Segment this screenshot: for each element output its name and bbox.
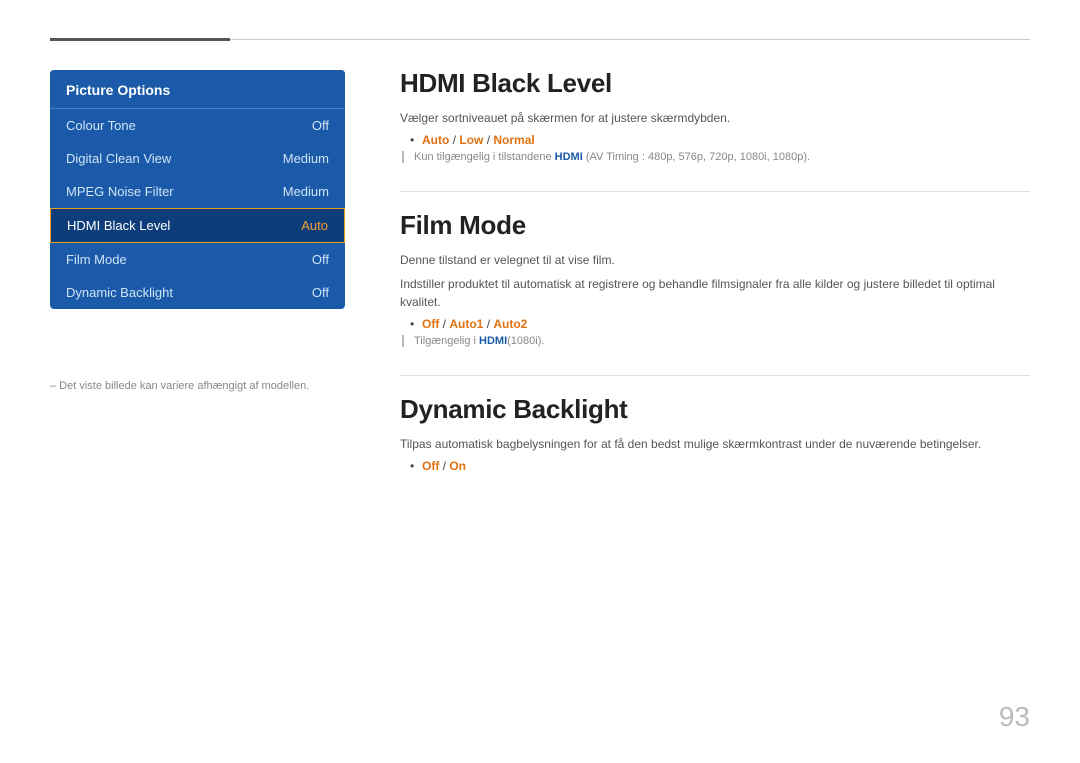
menu-box: Picture Options Colour Tone Off Digital … <box>50 70 345 309</box>
section-title-backlight: Dynamic Backlight <box>400 394 1030 425</box>
sidebar-item-label: Film Mode <box>66 252 127 267</box>
footer-note: – Det viste billede kan variere afhængig… <box>50 380 309 392</box>
section-dynamic-backlight: Dynamic Backlight Tilpas automatisk bagb… <box>400 394 1030 473</box>
divider-2 <box>400 375 1030 376</box>
section-film-mode: Film Mode Denne tilstand er velegnet til… <box>400 210 1030 347</box>
option-normal: Normal <box>493 133 534 147</box>
menu-title: Picture Options <box>50 70 345 109</box>
section-desc-hdmi: Vælger sortniveauet på skærmen for at ju… <box>400 109 1030 127</box>
option-low: Low <box>459 133 483 147</box>
note-hdmi: Kun tilgængelig i tilstandene HDMI (AV T… <box>402 151 1030 163</box>
sidebar-item-hdmi-black-level[interactable]: HDMI Black Level Auto <box>50 208 345 243</box>
sidebar-item-value: Medium <box>283 151 329 166</box>
option-off-backlight: Off <box>422 459 439 473</box>
options-list-hdmi: Auto / Low / Normal <box>410 133 1030 147</box>
sidebar-item-label: Dynamic Backlight <box>66 285 173 300</box>
section-desc-film-2: Indstiller produktet til automatisk at r… <box>400 275 1030 311</box>
section-desc-backlight: Tilpas automatisk bagbelysningen for at … <box>400 435 1030 453</box>
option-item-backlight: Off / On <box>410 459 1030 473</box>
option-on-backlight: On <box>449 459 466 473</box>
sidebar-item-label: Colour Tone <box>66 118 136 133</box>
top-lines <box>50 38 1030 41</box>
left-panel: Picture Options Colour Tone Off Digital … <box>50 70 345 309</box>
sidebar-item-value: Off <box>312 118 329 133</box>
section-title-hdmi: HDMI Black Level <box>400 68 1030 99</box>
sidebar-item-value: Off <box>312 252 329 267</box>
section-desc-film-1: Denne tilstand er velegnet til at vise f… <box>400 251 1030 269</box>
top-line-dark <box>50 38 230 41</box>
sidebar-item-value: Auto <box>301 218 328 233</box>
sidebar-item-label: MPEG Noise Filter <box>66 184 174 199</box>
option-off-film: Off <box>422 317 439 331</box>
sidebar-item-label: Digital Clean View <box>66 151 171 166</box>
options-list-backlight: Off / On <box>410 459 1030 473</box>
sidebar-item-digital-clean-view[interactable]: Digital Clean View Medium <box>50 142 345 175</box>
sidebar-item-dynamic-backlight[interactable]: Dynamic Backlight Off <box>50 276 345 309</box>
section-hdmi-black-level: HDMI Black Level Vælger sortniveauet på … <box>400 68 1030 163</box>
sidebar-item-film-mode[interactable]: Film Mode Off <box>50 243 345 276</box>
sidebar-item-colour-tone[interactable]: Colour Tone Off <box>50 109 345 142</box>
divider-1 <box>400 191 1030 192</box>
note-film: Tilgængelig i HDMI(1080i). <box>402 335 1030 347</box>
top-line-light <box>230 39 1030 40</box>
options-list-film: Off / Auto1 / Auto2 <box>410 317 1030 331</box>
sidebar-item-label: HDMI Black Level <box>67 218 170 233</box>
option-item-hdmi: Auto / Low / Normal <box>410 133 1030 147</box>
option-auto1-film: Auto1 <box>449 317 483 331</box>
section-title-film: Film Mode <box>400 210 1030 241</box>
option-auto2-film: Auto2 <box>493 317 527 331</box>
page-number: 93 <box>999 701 1030 733</box>
sidebar-item-value: Off <box>312 285 329 300</box>
sidebar-item-mpeg-noise-filter[interactable]: MPEG Noise Filter Medium <box>50 175 345 208</box>
note-hdmi-highlight: HDMI <box>555 151 583 163</box>
option-item-film: Off / Auto1 / Auto2 <box>410 317 1030 331</box>
option-auto: Auto <box>422 133 449 147</box>
right-content: HDMI Black Level Vælger sortniveauet på … <box>400 68 1030 501</box>
note-film-highlight: HDMI <box>479 335 507 347</box>
sidebar-item-value: Medium <box>283 184 329 199</box>
